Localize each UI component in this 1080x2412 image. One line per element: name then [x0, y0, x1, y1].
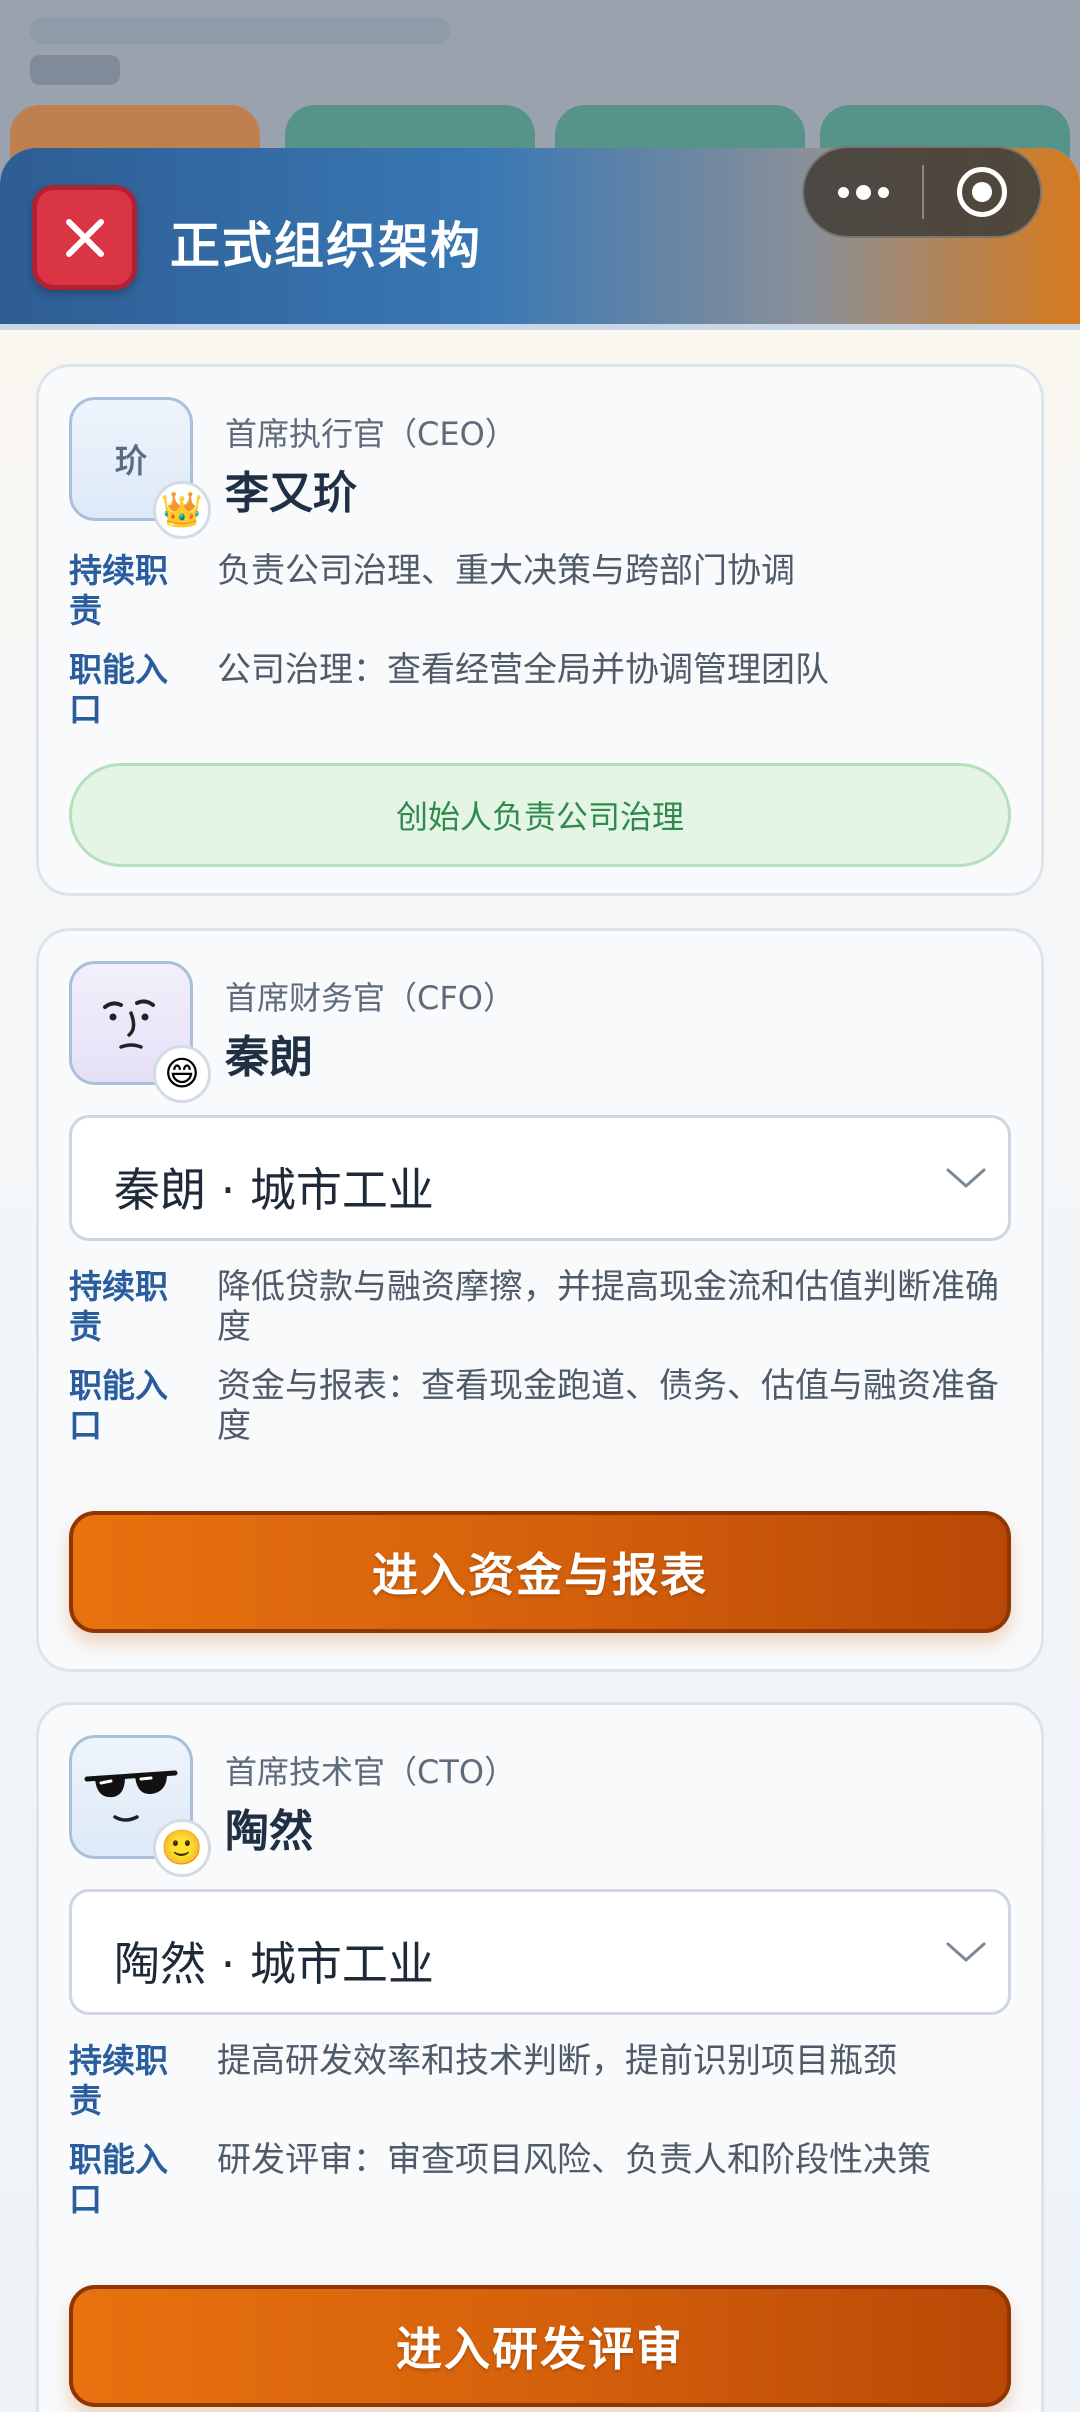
select-value: 秦朗 · 城市工业: [114, 1163, 434, 1217]
member-name: 李又玠: [225, 468, 357, 519]
avatar-initial: 玠: [114, 442, 147, 480]
member-card-ceo: 玠 👑 首席执行官（CEO） 李又玠 持续职责 负责公司治理、重大决策与跨部门协…: [36, 364, 1044, 896]
entry-text: 资金与报表：查看现金跑道、债务、估值与融资准备度: [217, 1366, 999, 1446]
duty-label: 持续职责: [69, 1267, 168, 1346]
smile-badge-icon: 🙂: [153, 1819, 211, 1877]
member-role: 首席执行官（CEO）: [225, 415, 517, 453]
record-target-icon[interactable]: [924, 148, 1040, 236]
company-select[interactable]: 秦朗 · 城市工业: [69, 1115, 1011, 1241]
status-badge: 创始人负责公司治理: [69, 763, 1011, 867]
member-card-cto: 🙂 首席技术官（CTO） 陶然 陶然 · 城市工业 持续职责 提高研发效率和技术…: [36, 1702, 1044, 2412]
duty-text: 负责公司治理、重大决策与跨部门协调: [217, 551, 795, 591]
crown-badge-icon: 👑: [153, 481, 211, 539]
chevron-down-icon: [946, 1942, 986, 1962]
duty-label: 持续职责: [69, 551, 168, 630]
entry-label: 职能入口: [69, 1366, 168, 1445]
entry-text: 公司治理：查看经营全局并协调管理团队: [217, 650, 829, 690]
entry-text: 研发评审：审查项目风险、负责人和阶段性决策: [217, 2140, 931, 2180]
member-name: 陶然: [225, 1806, 313, 1857]
sheet-title: 正式组织架构: [170, 217, 482, 275]
duty-label: 持续职责: [69, 2041, 168, 2120]
member-role: 首席财务官（CFO）: [225, 979, 515, 1017]
duty-text: 提高研发效率和技术判断，提前识别项目瓶颈: [217, 2041, 897, 2081]
member-card-cfo: 😄 首席财务官（CFO） 秦朗 秦朗 · 城市工业 持续职责 降低贷款与融资摩擦…: [36, 928, 1044, 1672]
close-button[interactable]: [32, 185, 137, 290]
grin-badge-icon: 😄: [153, 1045, 211, 1103]
background-page: [0, 0, 1080, 170]
select-value: 陶然 · 城市工业: [114, 1937, 434, 1991]
chevron-down-icon: [946, 1168, 986, 1188]
miniprogram-capsule: [802, 146, 1042, 238]
member-role: 首席技术官（CTO）: [225, 1753, 517, 1791]
duty-text: 降低贷款与融资摩擦，并提高现金流和估值判断准确度: [217, 1267, 999, 1347]
member-name: 秦朗: [225, 1032, 313, 1083]
entry-label: 职能入口: [69, 2140, 168, 2219]
entry-label: 职能入口: [69, 650, 168, 729]
enter-finance-button[interactable]: 进入资金与报表: [69, 1511, 1011, 1633]
face-sketch-icon: [103, 999, 155, 1049]
background-blur-bar: [30, 55, 120, 85]
company-select[interactable]: 陶然 · 城市工业: [69, 1889, 1011, 2015]
enter-rd-review-button[interactable]: 进入研发评审: [69, 2285, 1011, 2407]
more-dots-icon[interactable]: [804, 148, 922, 236]
background-blur-bar: [30, 18, 450, 44]
close-icon: [65, 218, 104, 257]
org-chart-sheet: 正式组织架构 玠 👑 首席执行官（CEO） 李又玠 持续职责 负责公司治理、重大…: [0, 148, 1080, 2412]
